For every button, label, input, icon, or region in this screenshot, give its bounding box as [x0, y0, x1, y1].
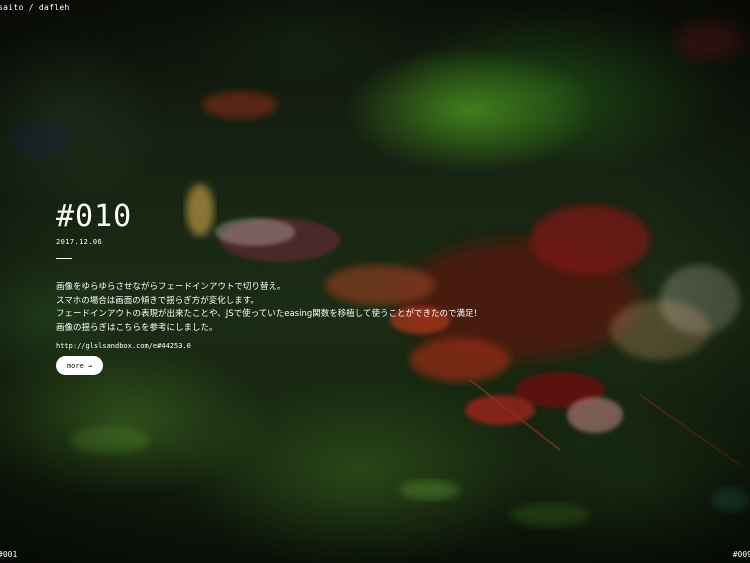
site-brand-link[interactable]: saito / dafleh — [0, 3, 70, 12]
description-line: スマホの場合は画面の傾きで揺らぎ方が変化します。 — [56, 295, 259, 306]
work-date: 2017.12.06 — [56, 238, 103, 246]
prev-work-link[interactable]: #001 — [0, 550, 17, 559]
hero-background-image: saito / dafleh #010 2017.12.06 画像をゆらゆらさせ… — [0, 0, 750, 563]
next-work-link[interactable]: #009 — [733, 550, 750, 559]
description-line: 画像をゆらゆらさせながらフェードインアウトで切り替え。 — [56, 282, 286, 292]
description-line: フェードインアウトの表現が出来たことや、JSで使っていたeasing関数を移植し… — [56, 309, 482, 319]
work-info-panel: #010 2017.12.06 画像をゆらゆらさせながらフェードインアウトで切り… — [56, 200, 576, 353]
reference-link[interactable]: http://glslsandbox.com/e#44253.0 — [56, 342, 191, 350]
arrow-right-icon: → — [87, 361, 93, 370]
more-button-label: more — [66, 361, 84, 370]
work-description: 画像をゆらゆらさせながらフェードインアウトで切り替え。 スマホの場合は画面の傾き… — [56, 281, 576, 335]
description-line: 画像の揺らぎはこちらを参考にしました。 — [56, 322, 218, 333]
work-number: #010 — [56, 199, 133, 234]
divider — [56, 258, 72, 259]
more-button[interactable]: more → — [56, 356, 103, 375]
